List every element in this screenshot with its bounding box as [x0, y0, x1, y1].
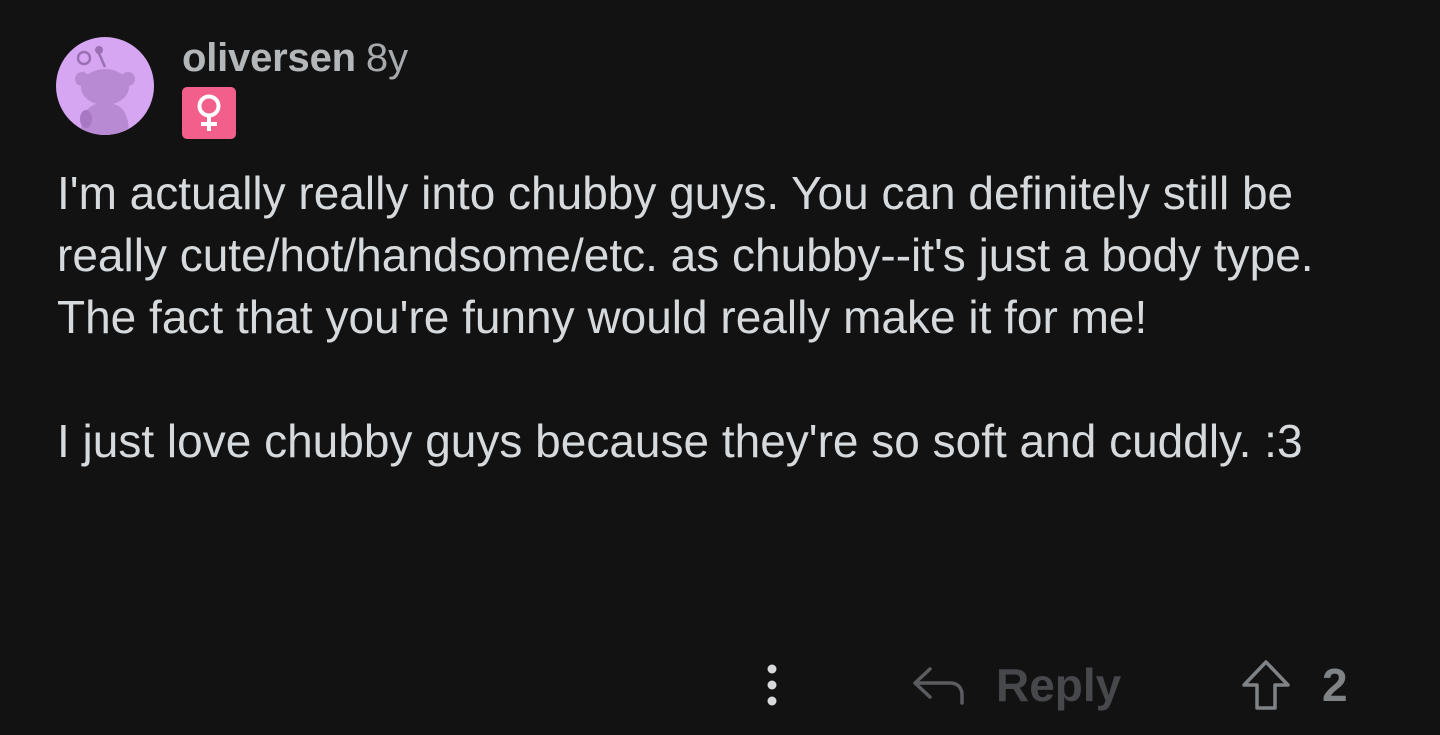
upvote-arrow-icon[interactable] [1240, 658, 1292, 712]
user-flair [182, 87, 236, 139]
female-sign-icon [197, 94, 221, 131]
comment-paragraph: I'm actually really into chubby guys. Yo… [57, 167, 1314, 343]
avatar[interactable] [56, 37, 154, 135]
reply-button[interactable]: Reply [910, 655, 1121, 715]
reply-arrow-icon [913, 667, 964, 705]
snoo-avatar-icon [75, 46, 135, 135]
more-vertical-icon [767, 664, 777, 706]
comment-age: 8y [365, 36, 409, 80]
comment-actions: Reply 2 [0, 655, 1440, 715]
reply-label: Reply [996, 659, 1122, 711]
more-options-button[interactable] [750, 655, 794, 715]
vote-count: 2 [1322, 659, 1348, 711]
vote-controls: 2 [1240, 655, 1348, 715]
author-row: oliversen 8y [182, 36, 408, 86]
comment-paragraph: I just love chubby guys because they're … [57, 415, 1303, 467]
comment-body: I'm actually really into chubby guys. Yo… [57, 162, 1387, 472]
username[interactable]: oliversen [182, 36, 356, 81]
